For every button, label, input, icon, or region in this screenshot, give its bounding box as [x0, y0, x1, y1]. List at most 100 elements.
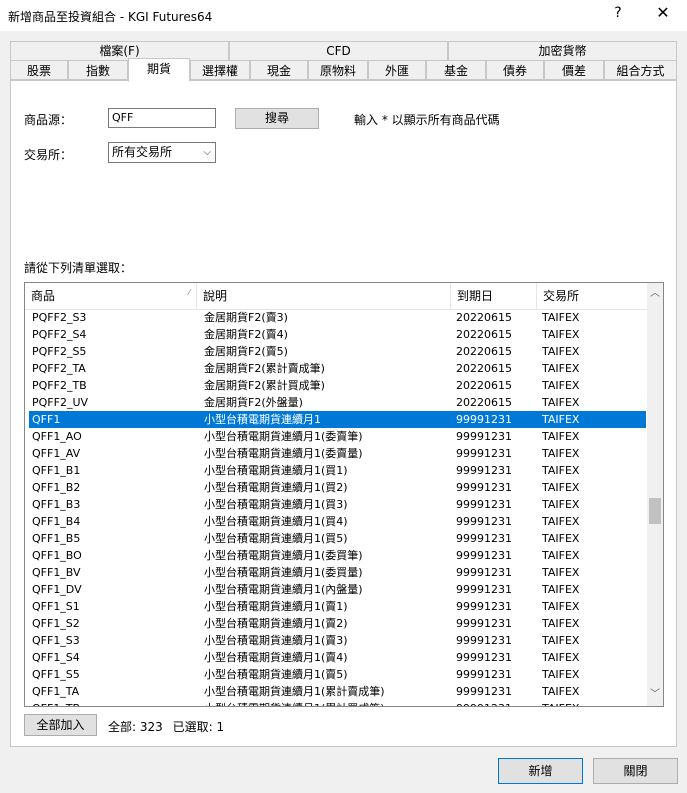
selected-label: 已選取: [172, 720, 213, 734]
list-item[interactable]: QFF1_S5 小型台積電期貨連續月1(賣5) 99991231 TAIFEX [29, 666, 646, 683]
list-item[interactable]: QFF1_TB 小型台積電期貨連續月1(累計買成筆) 99991231 TAIFEX [29, 700, 646, 706]
sort-icon: ⁄ [188, 288, 190, 297]
product-description: 金居期貨F2(賣5) [204, 345, 288, 358]
scroll-up-icon[interactable]: ︿ [647, 286, 663, 302]
exchange: TAIFEX [542, 362, 580, 375]
add-button[interactable]: 新增 [498, 758, 583, 784]
column-header-expiry[interactable]: 到期日 [451, 283, 537, 309]
expiry-date: 20220615 [456, 396, 512, 409]
list-item[interactable]: QFF1_B3 小型台積電期貨連續月1(買3) 99991231 TAIFEX [29, 496, 646, 513]
product-description: 小型台積電期貨連續月1(累計賣成筆) [204, 685, 385, 698]
exchange: TAIFEX [542, 447, 580, 460]
exchange: TAIFEX [542, 515, 580, 528]
list-item[interactable]: QFF1_S1 小型台積電期貨連續月1(賣1) 99991231 TAIFEX [29, 598, 646, 615]
product-description: 金居期貨F2(賣3) [204, 311, 288, 324]
list-item[interactable]: PQFF2_TB 金居期貨F2(累計買成筆) 20220615 TAIFEX [29, 377, 646, 394]
tab-options[interactable]: 選擇權 [190, 60, 250, 80]
list-item[interactable]: QFF1_S2 小型台積電期貨連續月1(賣2) 99991231 TAIFEX [29, 615, 646, 632]
chevron-down-icon: ⌵ [203, 147, 211, 158]
product-code: PQFF2_S5 [32, 345, 87, 358]
expiry-date: 99991231 [456, 413, 512, 426]
product-description: 小型台積電期貨連續月1(買2) [204, 481, 348, 494]
close-icon[interactable]: ✕ [652, 3, 674, 22]
list-item[interactable]: PQFF2_S5 金居期貨F2(賣5) 20220615 TAIFEX [29, 343, 646, 360]
list-item[interactable]: PQFF2_S4 金居期貨F2(賣4) 20220615 TAIFEX [29, 326, 646, 343]
tab-combination[interactable]: 組合方式 [604, 60, 677, 80]
expiry-date: 99991231 [456, 464, 512, 477]
help-button[interactable]: ? [608, 5, 628, 21]
expiry-date: 99991231 [456, 532, 512, 545]
list-item[interactable]: QFF1 小型台積電期貨連續月1 99991231 TAIFEX [29, 411, 646, 428]
tab-crypto[interactable]: 加密貨幣 [448, 41, 677, 60]
list-item[interactable]: QFF1_B4 小型台積電期貨連續月1(買4) 99991231 TAIFEX [29, 513, 646, 530]
exchange: TAIFEX [542, 668, 580, 681]
product-code: QFF1_B2 [32, 481, 81, 494]
tab-commodities[interactable]: 原物料 [308, 60, 368, 80]
list-item[interactable]: QFF1_DV 小型台積電期貨連續月1(內盤量) 99991231 TAIFEX [29, 581, 646, 598]
list-item[interactable]: QFF1_S3 小型台積電期貨連續月1(賣3) 99991231 TAIFEX [29, 632, 646, 649]
total-count: 全部: 323 已選取: 1 [108, 718, 224, 735]
tab-cash[interactable]: 現金 [250, 60, 308, 80]
product-code: QFF1_AO [32, 430, 82, 443]
expiry-date: 20220615 [456, 328, 512, 341]
product-description: 小型台積電期貨連續月1(累計買成筆) [204, 700, 385, 706]
list-item[interactable]: PQFF2_UV 金居期貨F2(外盤量) 20220615 TAIFEX [29, 394, 646, 411]
product-code: QFF1_BO [32, 549, 82, 562]
column-header-exchange[interactable]: 交易所 [537, 283, 647, 309]
list-item[interactable]: QFF1_TA 小型台積電期貨連續月1(累計賣成筆) 99991231 TAIFEX [29, 683, 646, 700]
list-item[interactable]: QFF1_B1 小型台積電期貨連續月1(買1) 99991231 TAIFEX [29, 462, 646, 479]
close-button[interactable]: 關閉 [593, 758, 678, 784]
product-description: 小型台積電期貨連續月1(委賣筆) [204, 430, 363, 443]
product-code: QFF1_S3 [32, 634, 80, 647]
vertical-scrollbar[interactable]: ︿ ﹀ [647, 283, 663, 706]
product-description: 小型台積電期貨連續月1(委買量) [204, 566, 363, 579]
source-label: 商品源： [24, 113, 73, 127]
list-item[interactable]: QFF1_BO 小型台積電期貨連續月1(委買筆) 99991231 TAIFEX [29, 547, 646, 564]
window-title: 新增商品至投資組合 - KGI Futures64 [8, 10, 213, 24]
product-code: QFF1_B1 [32, 464, 81, 477]
tab-index[interactable]: 指數 [68, 60, 128, 80]
product-description: 小型台積電期貨連續月1(買4) [204, 515, 348, 528]
add-all-button[interactable]: 全部加入 [24, 714, 97, 736]
product-code: PQFF2_S4 [32, 328, 87, 341]
list-item[interactable]: QFF1_AO 小型台積電期貨連續月1(委賣筆) 99991231 TAIFEX [29, 428, 646, 445]
list-item[interactable]: QFF1_AV 小型台積電期貨連續月1(委賣量) 99991231 TAIFEX [29, 445, 646, 462]
tab-bonds[interactable]: 債券 [486, 60, 544, 80]
tab-file[interactable]: 檔案(F) [10, 41, 229, 60]
column-header-product[interactable]: 商品 ⁄ [25, 283, 197, 309]
tab-stocks[interactable]: 股票 [10, 60, 68, 80]
product-list[interactable]: 商品 ⁄ 說明 到期日 交易所 PQFF2_S3 金居期貨F2(賣3) 202206… [24, 282, 664, 707]
source-input[interactable]: QFF [108, 108, 216, 128]
list-item[interactable]: QFF1_B2 小型台積電期貨連續月1(買2) 99991231 TAIFEX [29, 479, 646, 496]
expiry-date: 99991231 [456, 600, 512, 613]
product-description: 金居期貨F2(累計賣成筆) [204, 362, 325, 375]
product-code: QFF1_TA [32, 685, 80, 698]
exchange: TAIFEX [542, 634, 580, 647]
list-item[interactable]: QFF1_B5 小型台積電期貨連續月1(買5) 99991231 TAIFEX [29, 530, 646, 547]
scroll-down-icon[interactable]: ﹀ [647, 687, 663, 703]
product-description: 小型台積電期貨連續月1(買5) [204, 532, 348, 545]
tab-funds[interactable]: 基金 [426, 60, 486, 80]
list-label: 請從下列清單選取： [24, 261, 133, 275]
tab-forex[interactable]: 外匯 [368, 60, 426, 80]
tab-spread[interactable]: 價差 [544, 60, 604, 80]
product-code: PQFF2_UV [32, 396, 89, 409]
expiry-date: 99991231 [456, 685, 512, 698]
list-item[interactable]: QFF1_BV 小型台積電期貨連續月1(委買量) 99991231 TAIFEX [29, 564, 646, 581]
expiry-date: 99991231 [456, 583, 512, 596]
search-button[interactable]: 搜尋 [235, 108, 319, 129]
exchange-select[interactable]: 所有交易所 ⌵ [108, 142, 216, 163]
product-code: QFF1_S1 [32, 600, 80, 613]
list-item[interactable]: PQFF2_TA 金居期貨F2(累計賣成筆) 20220615 TAIFEX [29, 360, 646, 377]
product-description: 小型台積電期貨連續月1(賣5) [204, 668, 348, 681]
list-item[interactable]: PQFF2_S3 金居期貨F2(賣3) 20220615 TAIFEX [29, 309, 646, 326]
expiry-date: 99991231 [456, 447, 512, 460]
tab-futures[interactable]: 期貨 [128, 58, 190, 82]
list-item[interactable]: QFF1_S4 小型台積電期貨連續月1(賣4) 99991231 TAIFEX [29, 649, 646, 666]
product-code: QFF1 [32, 413, 61, 426]
product-description: 小型台積電期貨連續月1 [204, 413, 321, 426]
product-description: 小型台積電期貨連續月1(買1) [204, 464, 348, 477]
column-header-description[interactable]: 說明 [197, 283, 451, 309]
tab-cfd[interactable]: CFD [229, 41, 448, 60]
scroll-thumb[interactable] [649, 498, 661, 524]
